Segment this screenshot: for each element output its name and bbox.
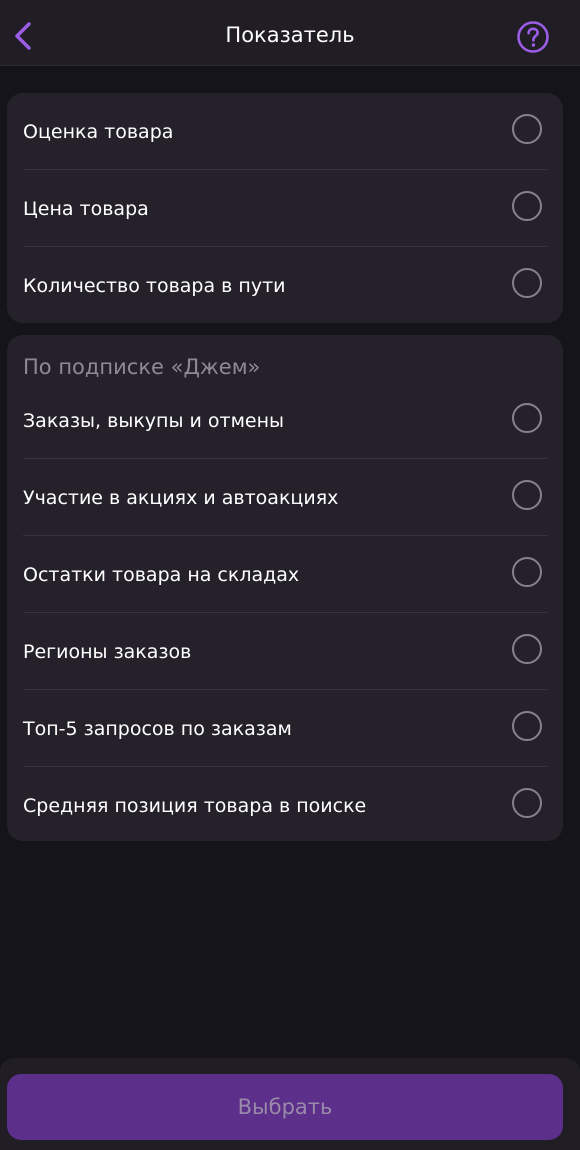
option-label: Топ-5 запросов по заказам [23,718,292,740]
page-title: Показатель [225,23,355,47]
help-circle-icon [517,21,549,53]
option-row[interactable]: Регионы заказов [7,613,563,690]
option-label: Оценка товара [23,121,174,143]
option-row[interactable]: Цена товара [7,170,563,247]
radio-button[interactable] [512,711,542,741]
option-row[interactable]: Остатки товара на складах [7,536,563,613]
option-label: Заказы, выкупы и отмены [23,410,285,432]
subscription-indicators-card: По подписке «Джем» Заказы, выкупы и отме… [7,335,563,841]
help-button[interactable] [514,18,552,56]
radio-button[interactable] [512,114,542,144]
option-label: Регионы заказов [23,641,192,663]
option-label: Участие в акциях и автоакциях [23,487,339,509]
radio-button[interactable] [512,557,542,587]
radio-button[interactable] [512,634,542,664]
basic-indicators-card: Оценка товара Цена товара Количество тов… [7,93,563,323]
select-button[interactable]: Выбрать [7,1074,563,1140]
option-row[interactable]: Количество товара в пути [7,247,563,324]
radio-button[interactable] [512,788,542,818]
option-label: Остатки товара на складах [23,564,300,586]
radio-button[interactable] [512,268,542,298]
bottom-action-bar: Выбрать [0,1058,580,1150]
radio-button[interactable] [512,403,542,433]
option-label: Количество товара в пути [23,275,286,297]
indicator-picker-screen: Показатель Оценка товара Цена товара Кол… [0,0,580,1150]
option-row[interactable]: Заказы, выкупы и отмены [7,382,563,459]
top-bar: Показатель [0,0,580,66]
option-row[interactable]: Участие в акциях и автоакциях [7,459,563,536]
option-row[interactable]: Оценка товара [7,93,563,170]
option-label: Средняя позиция товара в поиске [23,795,367,817]
section-title: По подписке «Джем» [23,355,261,379]
radio-button[interactable] [512,191,542,221]
radio-button[interactable] [512,480,542,510]
option-row[interactable]: Топ-5 запросов по заказам [7,690,563,767]
option-row[interactable]: Средняя позиция товара в поиске [7,767,563,844]
option-label: Цена товара [23,198,149,220]
